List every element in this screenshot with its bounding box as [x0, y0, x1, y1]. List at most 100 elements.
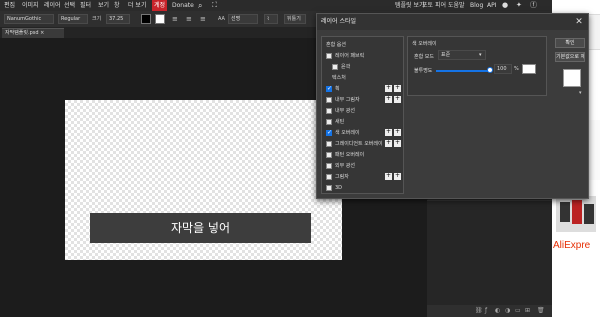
style-label: 텍스처 — [332, 75, 346, 81]
adjustment-icon[interactable]: ◑ — [505, 307, 510, 314]
mask-icon[interactable]: ◐ — [495, 307, 500, 314]
add-effect-icon[interactable]: + — [394, 140, 401, 147]
warp-button[interactable]: 뒤틀기 — [284, 14, 306, 24]
menu-blog[interactable]: Blog — [470, 0, 483, 11]
reddit-icon[interactable]: ● — [502, 0, 508, 11]
add-effect-icon[interactable]: + — [385, 140, 392, 147]
add-effect-icon[interactable]: + — [385, 173, 392, 180]
menu-donate[interactable]: Donate — [172, 0, 194, 11]
search-icon[interactable]: ⌕ — [198, 0, 202, 11]
menu-select[interactable]: 선택 — [64, 0, 75, 11]
effect-section-title: 색 오버레이 — [412, 41, 437, 47]
align-left-icon[interactable]: ≡ — [172, 11, 178, 27]
style-label: 패턴 오버레이 — [335, 152, 365, 158]
menu-help[interactable]: 도움말 — [448, 0, 465, 11]
style-checkbox[interactable] — [326, 152, 332, 158]
style-checkbox[interactable] — [326, 53, 332, 59]
trash-icon[interactable]: 🗑 — [537, 307, 545, 314]
style-label: 3D — [335, 185, 343, 191]
menu-edit[interactable]: 편집 — [4, 0, 15, 11]
style-list-item[interactable]: 3D — [322, 183, 403, 193]
style-list-item[interactable]: 그레이디언트 오버레이 + + — [322, 139, 403, 149]
fx-icon[interactable]: ƒ — [485, 307, 487, 314]
style-label: 내부 광선 — [335, 108, 355, 114]
opacity-slider-thumb[interactable] — [487, 67, 493, 73]
menu-api[interactable]: API — [487, 0, 497, 11]
folder-icon[interactable]: ▭ — [515, 307, 521, 314]
fullscreen-icon[interactable]: ⛶ — [212, 0, 217, 11]
style-list-item[interactable]: 윤곽 — [322, 62, 403, 72]
style-list-item[interactable]: 외부 광선 — [322, 161, 403, 171]
add-effect-icon[interactable]: + — [385, 129, 392, 136]
new-layer-icon[interactable]: ⊞ — [525, 307, 530, 314]
layer-style-dialog: 레이어 스타일 ✕ 혼합 옵션레이어 패브릭윤곽텍스처획++내부 그림자++내부… — [316, 13, 589, 199]
ok-button[interactable]: 확인 — [555, 38, 585, 48]
style-checkbox[interactable] — [332, 64, 338, 70]
add-effect-icon[interactable]: + — [394, 85, 401, 92]
twitter-icon[interactable]: ✦ — [516, 0, 522, 11]
document-tab[interactable]: 자막템플릿.psd × — [2, 28, 64, 38]
style-list-item[interactable]: 패턴 오버레이 — [322, 150, 403, 160]
style-label: 레이어 패브릭 — [335, 53, 365, 59]
opacity-slider[interactable] — [436, 70, 490, 72]
document-canvas[interactable]: 자막을 넣어 — [65, 100, 342, 260]
menu-photopea[interactable]: 포토 피어 — [422, 0, 446, 11]
style-list-item[interactable]: 내부 그림자 + + — [322, 95, 403, 105]
align-center-icon[interactable]: ≡ — [186, 11, 192, 27]
link-icon[interactable]: ⛓ — [475, 307, 483, 314]
menu-view[interactable]: 보기 — [98, 0, 109, 11]
add-effect-icon[interactable]: + — [394, 129, 401, 136]
close-icon[interactable]: ✕ — [570, 14, 588, 30]
style-list-item[interactable]: 그림자 + + — [322, 172, 403, 182]
menu-layer[interactable]: 레이어 — [44, 0, 61, 11]
style-label: 획 — [335, 86, 340, 92]
menu-bar: 편집 이미지 레이어 선택 필터 보기 창 더 보기 계정 Donate ⌕ ⛶… — [0, 0, 552, 11]
style-checkbox[interactable] — [326, 163, 332, 169]
antialias-label: AA — [218, 16, 225, 22]
font-style-select[interactable]: Regular — [58, 14, 88, 24]
font-size-input[interactable]: 37.25 — [106, 14, 130, 24]
menu-filter[interactable]: 필터 — [80, 0, 91, 11]
style-checkbox[interactable] — [326, 174, 332, 180]
align-right-icon[interactable]: ≡ — [200, 11, 206, 27]
menu-image[interactable]: 이미지 — [22, 0, 39, 11]
style-label: 색 오버레이 — [335, 130, 360, 136]
subtitle-text-layer[interactable]: 자막을 넣어 — [90, 213, 311, 243]
add-effect-icon[interactable]: + — [394, 96, 401, 103]
style-checkbox[interactable] — [326, 84, 332, 94]
menu-account[interactable]: 계정 — [152, 0, 168, 11]
menu-window[interactable]: 창 — [114, 0, 120, 11]
aliexpress-ad[interactable]: AliExpre — [552, 190, 600, 265]
style-list-item[interactable]: 레이어 패브릭 — [322, 51, 403, 61]
style-label: 윤곽 — [341, 64, 351, 70]
font-family-select[interactable]: NanumGothic — [4, 14, 54, 24]
add-effect-icon[interactable]: + — [385, 96, 392, 103]
style-checkbox[interactable] — [326, 108, 332, 114]
antialias-select[interactable]: 선명 — [228, 14, 258, 24]
add-effect-icon[interactable]: + — [385, 85, 392, 92]
style-checkbox[interactable] — [326, 128, 332, 138]
menu-more[interactable]: 더 보기 — [128, 0, 146, 11]
style-label: 그레이디언트 오버레이 — [335, 141, 383, 147]
menu-templates[interactable]: 템플릿 보기 — [395, 0, 425, 11]
warp-icon[interactable]: ⌇ — [264, 14, 278, 24]
opacity-input[interactable]: 100 — [494, 64, 512, 74]
style-list-item[interactable]: 색 오버레이 ++ — [322, 128, 403, 138]
overlay-color-swatch[interactable] — [522, 64, 536, 74]
style-checkbox[interactable] — [326, 185, 332, 191]
style-checkbox[interactable] — [326, 141, 332, 147]
text-color-swatch[interactable] — [141, 14, 151, 24]
style-checkbox[interactable] — [326, 119, 332, 125]
style-list-item[interactable]: 혼합 옵션 — [322, 40, 403, 50]
background-swatch[interactable] — [155, 14, 165, 24]
style-list-item[interactable]: 획 ++ — [322, 84, 403, 94]
style-list-item[interactable]: 내부 광선 — [322, 106, 403, 116]
style-list-item[interactable]: 텍스처 — [322, 73, 403, 83]
style-label: 그림자 — [335, 174, 349, 180]
facebook-icon[interactable]: ⓕ — [530, 0, 537, 11]
style-checkbox[interactable] — [326, 97, 332, 103]
style-list-item[interactable]: 새틴 — [322, 117, 403, 127]
reset-button[interactable]: 기본값으로 재설정 — [555, 52, 585, 62]
chevron-down-icon[interactable]: ▾ — [579, 90, 582, 96]
add-effect-icon[interactable]: + — [394, 173, 401, 180]
